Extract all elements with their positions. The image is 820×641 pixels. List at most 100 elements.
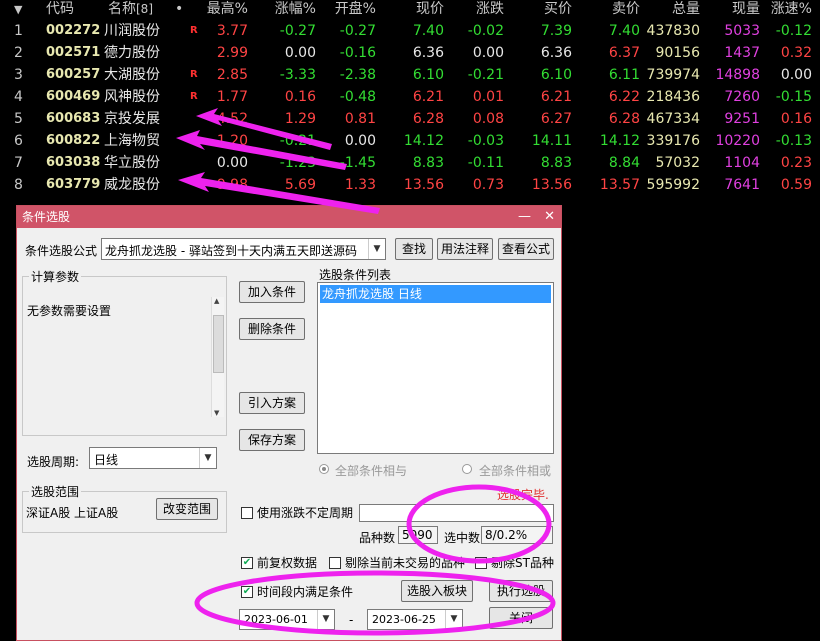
variable-period-label: 使用涨跌不定周期 (257, 506, 354, 520)
add-to-block-button[interactable]: 选股入板块 (401, 580, 473, 602)
header-count: [8] (136, 2, 153, 16)
cell-ask: 6.22 (608, 89, 640, 105)
execute-button[interactable]: 执行选股 (489, 580, 553, 602)
sort-triangle-icon[interactable]: ▼ (14, 0, 22, 19)
exclude-new-checkbox[interactable] (329, 557, 341, 569)
cell-bid: 6.21 (540, 89, 572, 105)
condition-list-item[interactable]: 龙舟抓龙选股 日线 (320, 285, 551, 303)
header-name[interactable]: 名称[8] (108, 0, 153, 19)
header-code[interactable]: 代码 (46, 0, 74, 19)
table-row[interactable]: 4 600469 风神股份 R 1.77 0.16 -0.48 6.21 0.01 6.21 6.2… (0, 86, 820, 108)
cell-speed: -0.12 (775, 23, 812, 39)
params-scrollbar[interactable]: ▲ ▼ (211, 297, 224, 417)
count-field: 5090 (398, 526, 438, 544)
cell-code: 600257 (46, 67, 101, 82)
period-value: 日线 (94, 453, 119, 467)
change-range-button[interactable]: 改变范围 (156, 498, 218, 520)
exclude-st-checkbox[interactable] (475, 557, 487, 569)
chevron-down-icon[interactable]: ▼ (368, 239, 385, 259)
cell-open: -2.38 (339, 67, 376, 83)
selected-label: 选中数 (444, 531, 481, 545)
pre-adjust-checkbox[interactable]: ✔ (241, 557, 253, 569)
cell-ask: 7.40 (608, 23, 640, 39)
table-row[interactable]: 3 600257 大湖股份 R 2.85 -3.33 -2.38 6.10 -0.21 6.10 6… (0, 64, 820, 86)
table-row[interactable]: 8 603779 威龙股份 9.98 5.69 1.33 13.56 0.73 13.56 13.… (0, 174, 820, 196)
cell-now: 1437 (724, 45, 760, 61)
header-speed[interactable]: 涨速% (762, 0, 812, 19)
cell-open: -1.45 (339, 155, 376, 171)
cell-chg: -1.23 (279, 155, 316, 171)
view-formula-button[interactable]: 查看公式 (498, 238, 554, 260)
header-high[interactable]: 最高% (200, 0, 248, 19)
header-open[interactable]: 开盘% (322, 0, 376, 19)
cell-vol: 90156 (655, 45, 700, 61)
header-vol[interactable]: 总量 (640, 0, 700, 19)
header-ask[interactable]: 卖价 (580, 0, 640, 19)
save-plan-button[interactable]: 保存方案 (239, 429, 305, 451)
cell-now: 7641 (724, 177, 760, 193)
header-price[interactable]: 现价 (384, 0, 444, 19)
dialog-title-bar[interactable]: 条件选股 — ✕ (17, 206, 561, 228)
cell-high: 0.00 (216, 155, 248, 171)
cell-vol: 339176 (646, 133, 700, 149)
chevron-down-icon[interactable]: ▼ (317, 610, 334, 629)
time-condition-checkbox[interactable]: ✔ (241, 586, 253, 598)
scroll-thumb[interactable] (213, 315, 224, 373)
cell-now: 9251 (724, 111, 760, 127)
date-from-picker[interactable]: 2023-06-01 ▼ (239, 609, 335, 630)
header-bid[interactable]: 买价 (510, 0, 572, 19)
table-row[interactable]: 7 603038 华立股份 0.00 -1.23 -1.45 8.83 -0.11 8.83 8.… (0, 152, 820, 174)
cell-open: -0.16 (339, 45, 376, 61)
cell-price: 6.21 (412, 89, 444, 105)
condition-list[interactable]: 龙舟抓龙选股 日线 (317, 282, 554, 454)
cell-chg: -0.21 (279, 133, 316, 149)
minimize-icon[interactable]: — (518, 206, 531, 228)
cell-ask: 6.28 (608, 111, 640, 127)
close-icon[interactable]: ✕ (544, 206, 555, 228)
cell-high: 2.99 (216, 45, 248, 61)
chevron-down-icon[interactable]: ▼ (199, 448, 216, 468)
add-condition-button[interactable]: 加入条件 (239, 281, 305, 303)
import-plan-button[interactable]: 引入方案 (239, 392, 305, 414)
table-row[interactable]: 5 600683 京投发展 4.52 1.29 0.81 6.28 0.08 6.27 6.28 4… (0, 108, 820, 130)
table-row[interactable]: 2 002571 德力股份 2.99 0.00 -0.16 6.36 0.00 6.36 6.37… (0, 42, 820, 64)
close-button[interactable]: 关闭 (489, 607, 553, 629)
table-row[interactable]: 1 002272 川润股份 R 3.77 -0.27 -0.27 7.40 -0.02 7.39 7… (0, 20, 820, 42)
variable-period-checkbox[interactable] (241, 507, 253, 519)
cell-idx: 8 (14, 177, 23, 193)
delete-condition-button[interactable]: 删除条件 (239, 318, 305, 340)
chevron-down-icon[interactable]: ▼ (445, 610, 462, 629)
cell-vol: 739974 (646, 67, 700, 83)
usage-button[interactable]: 用法注释 (437, 238, 493, 260)
radio-or[interactable] (462, 464, 472, 474)
cell-price: 6.10 (412, 67, 444, 83)
header-now[interactable]: 现量 (710, 0, 760, 19)
cell-high: 3.77 (216, 23, 248, 39)
condition-select-dialog: 条件选股 — ✕ 条件选股公式 龙舟抓龙选股 - 驿站签到十天内满五天即送源码 … (16, 205, 562, 641)
cell-now: 5033 (724, 23, 760, 39)
date-to-picker[interactable]: 2023-06-25 ▼ (367, 609, 463, 630)
cell-vol: 595992 (646, 177, 700, 193)
cell-mark: R (190, 69, 198, 80)
radio-and[interactable] (319, 464, 329, 474)
header-diff[interactable]: 涨跌 (452, 0, 504, 19)
cell-name: 风神股份 (104, 89, 160, 105)
table-row[interactable]: 6 600822 上海物贸 1.20 -0.21 0.00 14.12 -0.03 14.11 1… (0, 130, 820, 152)
variable-period-input[interactable] (359, 504, 554, 522)
find-button[interactable]: 查找 (395, 238, 433, 260)
header-chg[interactable]: 涨幅% (254, 0, 316, 19)
formula-value: 龙舟抓龙选股 - 驿站签到十天内满五天即送源码 (105, 244, 357, 258)
cell-vol: 437830 (646, 23, 700, 39)
time-condition-label: 时间段内满足条件 (257, 585, 354, 599)
cell-mark: R (190, 91, 198, 102)
cell-name: 京投发展 (104, 111, 160, 127)
scroll-down-icon[interactable]: ▼ (214, 409, 219, 417)
scroll-up-icon[interactable]: ▲ (214, 297, 219, 305)
period-select[interactable]: 日线 ▼ (89, 447, 217, 469)
cell-open: 1.33 (344, 177, 376, 193)
cell-idx: 2 (14, 45, 23, 61)
params-text: 无参数需要设置 (27, 304, 112, 318)
cell-diff: -0.03 (467, 133, 504, 149)
formula-select[interactable]: 龙舟抓龙选股 - 驿站签到十天内满五天即送源码 ▼ (101, 238, 386, 260)
cell-open: -0.27 (339, 23, 376, 39)
